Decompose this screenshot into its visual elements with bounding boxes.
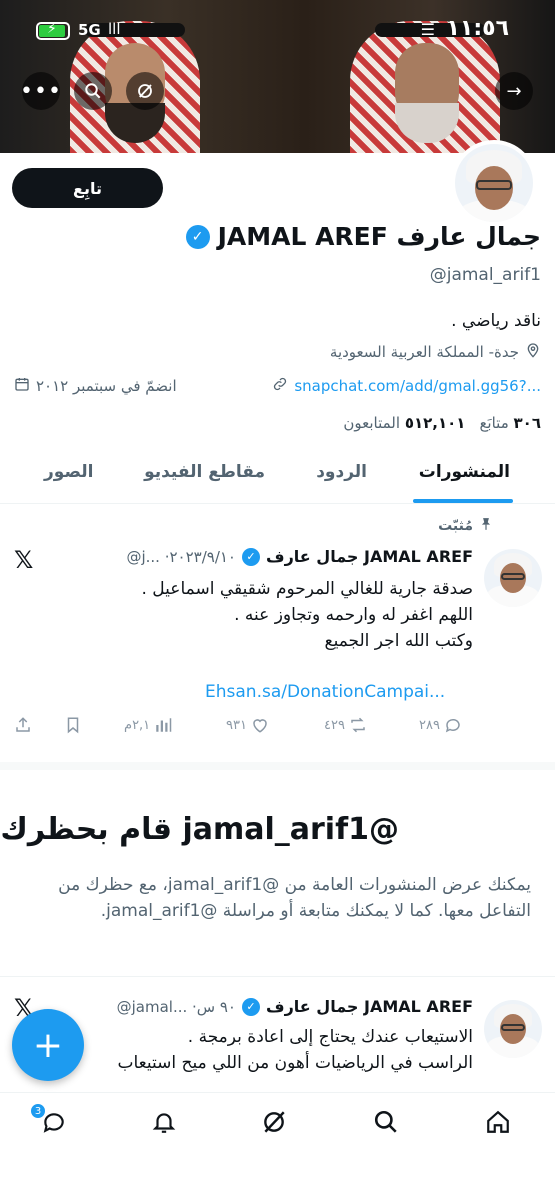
tweet-avatar[interactable] [484, 1000, 542, 1058]
profile-avatar[interactable] [451, 140, 537, 226]
location-pin-icon [525, 342, 541, 362]
tab-photos[interactable]: الصور [44, 462, 93, 482]
battery-icon: ⚡ [36, 21, 70, 40]
location-text: جدة- المملكة العربية السعودية [329, 343, 519, 361]
grok-icon[interactable] [126, 72, 164, 110]
tab-replies[interactable]: الردود [316, 462, 367, 482]
tweet-line: اللهم اغفر له وارحمه وتجاوز عنه . [234, 605, 473, 625]
pinned-label-row: مُثبّت [438, 517, 493, 535]
grok-nav[interactable] [256, 1107, 292, 1143]
home-nav[interactable] [480, 1107, 516, 1143]
pin-icon [479, 517, 493, 535]
profile-location: جدة- المملكة العربية السعودية [330, 342, 541, 362]
tweet-line: وكتب الله اجر الجميع [324, 631, 473, 651]
section-divider [0, 762, 555, 770]
joined-text: انضمّ في سبتمبر ٢٠١٢ [36, 377, 177, 395]
verified-badge-icon: ✓ [242, 547, 260, 566]
profile-website[interactable]: snapchat.com/add/gmal.gg56?... [272, 376, 541, 396]
follow-button[interactable]: تابِع [12, 168, 163, 208]
profile-handle: @jamal_arif1 [429, 265, 541, 285]
search-nav[interactable] [368, 1107, 404, 1143]
verified-badge-icon: ✓ [185, 224, 210, 249]
views-count: ٢,١م [124, 717, 151, 733]
followers-label: المتابعون [343, 414, 401, 432]
tweet-avatar[interactable] [484, 549, 542, 607]
profile-joined: انضمّ في سبتمبر ٢٠١٢ [14, 376, 177, 396]
signal-bars: ااا [108, 20, 121, 38]
tweet-author-name[interactable]: جمال عارف JAMAL AREF [266, 997, 473, 1016]
profile-bio: ناقد رياضي . [451, 311, 541, 331]
tweet-author-name[interactable]: جمال عارف JAMAL AREF [266, 547, 473, 566]
compose-button[interactable]: + [12, 1009, 84, 1081]
search-icon[interactable] [74, 72, 112, 110]
replies-count: ٢٨٩ [419, 717, 440, 733]
blocked-title: @jamal_arif1 قام بحظرك [0, 812, 399, 847]
likes-count: ٩٣١ [226, 717, 247, 733]
tweet-actions: ٢,١م ٩٣١ ٤٢٩ ٢٨٩ [14, 716, 469, 740]
system-home-bar [0, 1156, 555, 1200]
search-icon [373, 1109, 399, 1141]
calendar-icon [14, 376, 30, 396]
second-tweet-header: @jamal... ·٩٠ س ✓ جمال عارف JAMAL AREF [117, 997, 473, 1016]
section-divider [0, 976, 555, 977]
website-link[interactable]: snapchat.com/add/gmal.gg56?... [294, 377, 541, 395]
tweet-handle-time: @jamal... ·٩٠ س [116, 997, 236, 1016]
pinned-tweet-text: صدقة جارية للغالي المرحوم شقيقي اسماعيل … [73, 576, 474, 654]
profile-name-row: ✓ جمال عارف JAMAL AREF [185, 222, 541, 251]
tab-videos[interactable]: مقاطع الفيديو [144, 462, 265, 482]
tab-posts[interactable]: المنشورات [419, 462, 510, 482]
notifications-nav[interactable] [146, 1107, 182, 1143]
pinned-tweet-header: @j... ·٢٠٢٣/٩/١٠ ✓ جمال عارف JAMAL AREF [126, 547, 473, 566]
followers-stat[interactable]: ٥١٢,١٠١ المتابعون [343, 414, 465, 432]
messages-nav[interactable]: 3 [30, 1103, 72, 1143]
tweet-line: الاستيعاب عندك يحتاج إلى اعادة برمجة . [187, 1027, 473, 1047]
pinned-label: مُثبّت [438, 518, 473, 534]
followers-count: ٥١٢,١٠١ [404, 414, 466, 432]
blocked-description: يمكنك عرض المنشورات العامة من @jamal_ari… [58, 875, 531, 921]
retweets-count: ٤٢٩ [324, 717, 345, 733]
profile-meta-row: snapchat.com/add/gmal.gg56?... انضمّ في … [14, 376, 541, 398]
tweet-line: الراسب في الرياضيات أهون من اللي ميح است… [117, 1053, 473, 1073]
network-label: 5G [78, 21, 101, 39]
following-stat[interactable]: ٣٠٦ متابَع [479, 414, 541, 432]
forward-arrow-icon[interactable]: → [495, 72, 533, 110]
profile-tabs: المنشورات الردود مقاطع الفيديو الصور [0, 452, 555, 504]
like-stat[interactable]: ٩٣١ [226, 716, 269, 734]
bookmark-icon[interactable] [64, 716, 82, 734]
more-icon[interactable]: ••• [20, 72, 61, 110]
status-time: ١١:٥٦ [446, 16, 509, 41]
bell-icon [151, 1109, 177, 1141]
status-bar: ١١:٥٦ ☰ ⚡ 5G ااا [0, 0, 555, 62]
following-label: متابَع [479, 414, 509, 432]
following-count: ٣٠٦ [513, 414, 541, 432]
grok-icon [261, 1109, 287, 1141]
verified-badge-icon: ✓ [242, 997, 260, 1016]
bottom-nav: 3 [0, 1092, 555, 1156]
tweet-handle-date: @j... ·٢٠٢٣/٩/١٠ [126, 547, 236, 566]
views-stat[interactable]: ٢,١م [124, 716, 172, 734]
profile-stats: ٣٠٦ متابَع ٥١٢,١٠١ المتابعون [343, 414, 541, 432]
home-icon [485, 1109, 511, 1141]
tweet-link[interactable]: Ehsan.sa/DonationCampai... [205, 682, 445, 702]
link-icon [272, 376, 288, 396]
reply-stat[interactable]: ٢٨٩ [419, 716, 462, 734]
tweet-line: صدقة جارية للغالي المرحوم شقيقي اسماعيل … [141, 579, 474, 599]
signal-icon: ☰ [420, 20, 435, 39]
messages-badge: 3 [30, 1103, 46, 1119]
retweet-stat[interactable]: ٤٢٩ [324, 716, 367, 734]
active-tab-indicator [413, 499, 513, 503]
x-logo-icon[interactable]: 𝕏 [14, 546, 33, 574]
profile-display-name: جمال عارف JAMAL AREF [217, 222, 541, 251]
share-icon[interactable] [14, 716, 32, 734]
second-tweet-text: الاستيعاب عندك يحتاج إلى اعادة برمجة . ا… [73, 1024, 473, 1076]
